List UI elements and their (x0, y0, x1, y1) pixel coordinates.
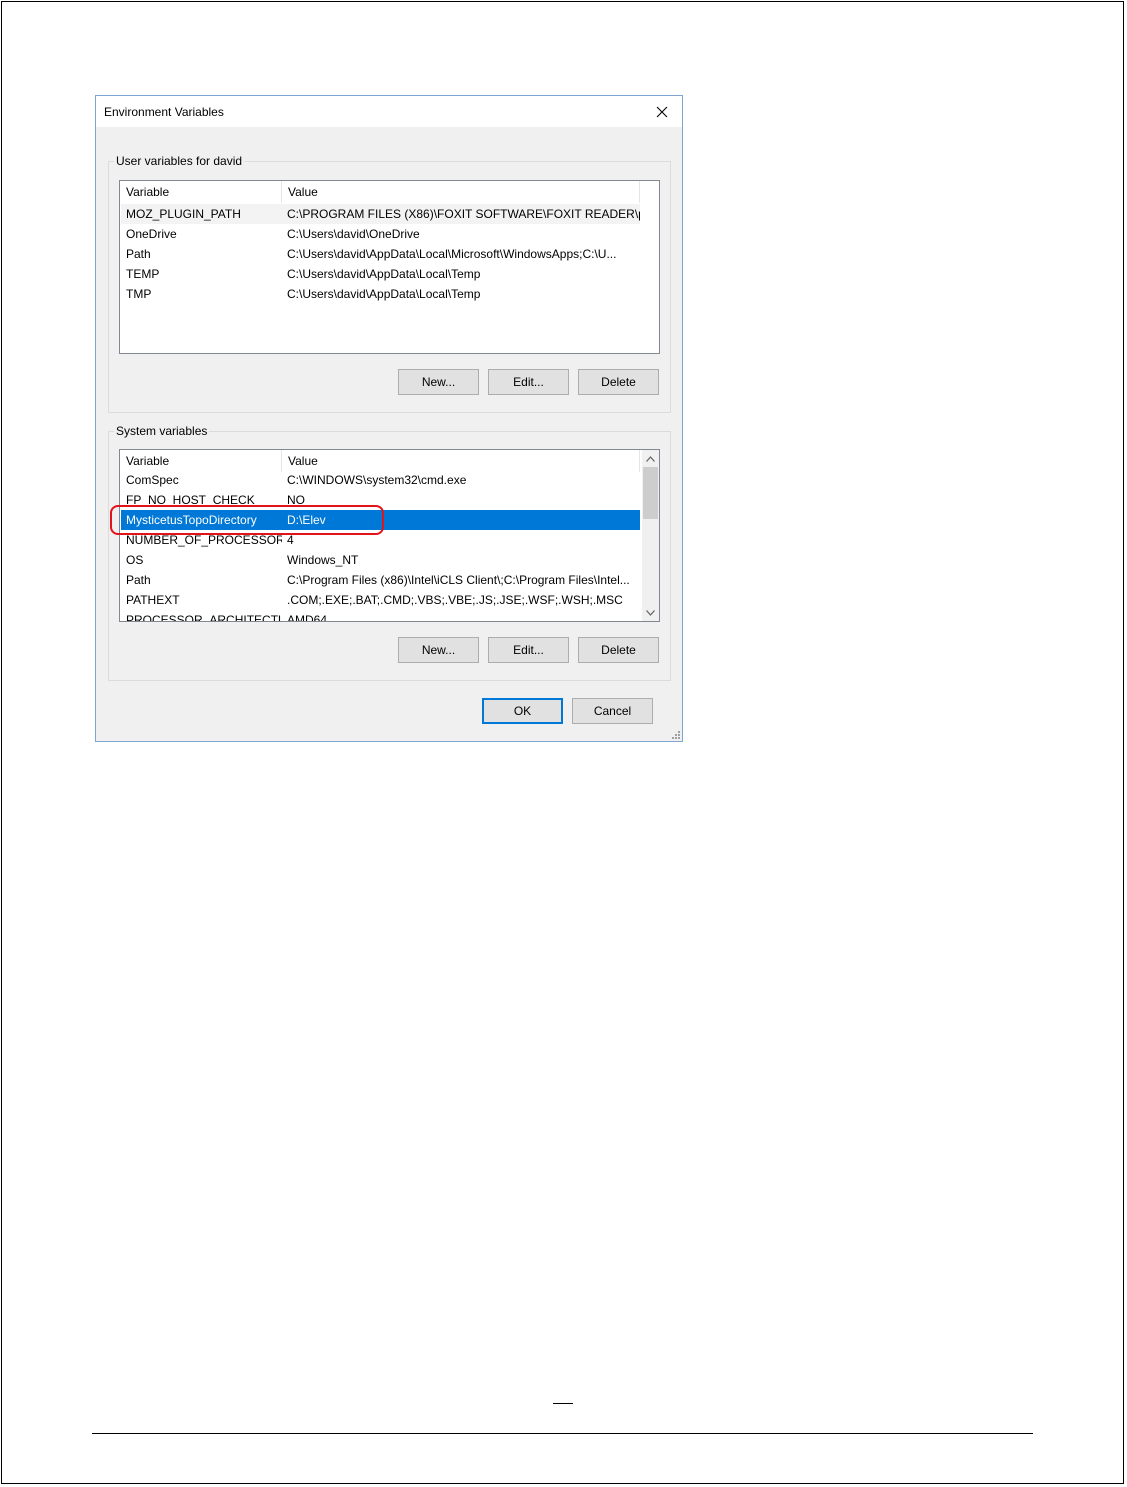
footer-rule (92, 1433, 1033, 1434)
ok-button[interactable]: OK (482, 698, 563, 724)
table-row[interactable]: MOZ_PLUGIN_PATH C:\PROGRAM FILES (X86)\F… (121, 204, 640, 224)
close-button[interactable] (642, 96, 682, 127)
system-variables-group: System variables Variable Value ComSpec … (108, 424, 671, 681)
column-header-value[interactable]: Value (282, 450, 640, 472)
system-edit-button[interactable]: Edit... (488, 637, 569, 663)
chevron-up-icon (646, 455, 655, 462)
environment-variables-dialog: Environment Variables User variables for… (95, 95, 683, 742)
user-variables-label: User variables for david (114, 154, 245, 168)
table-row[interactable]: Path C:\Program Files (x86)\Intel\iCLS C… (121, 570, 640, 590)
column-header-variable[interactable]: Variable (120, 181, 282, 203)
variable-cell: Path (126, 573, 151, 587)
value-cell: Windows_NT (287, 553, 359, 567)
value-cell: C:\Users\david\AppData\Local\Temp (287, 267, 481, 281)
variable-cell: MOZ_PLUGIN_PATH (126, 207, 241, 221)
system-variables-list[interactable]: Variable Value ComSpec C:\WINDOWS\system… (119, 449, 660, 622)
user-delete-button[interactable]: Delete (578, 369, 659, 395)
column-header-variable[interactable]: Variable (120, 450, 282, 472)
table-row[interactable]: OS Windows_NT (121, 550, 640, 570)
user-variables-list[interactable]: Variable Value MOZ_PLUGIN_PATH C:\PROGRA… (119, 180, 660, 354)
table-row[interactable]: ComSpec C:\WINDOWS\system32\cmd.exe (121, 470, 640, 490)
table-row[interactable]: PROCESSOR_ARCHITECTU... AMD64 (121, 610, 640, 622)
annotation-highlight-box (110, 505, 384, 535)
cancel-button[interactable]: Cancel (572, 698, 653, 724)
variable-cell: PROCESSOR_ARCHITECTU... (126, 613, 282, 622)
value-cell: C:\Users\david\AppData\Local\Microsoft\W… (287, 247, 617, 261)
system-list-header: Variable Value (120, 450, 659, 472)
variable-cell: ComSpec (126, 473, 179, 487)
variable-cell: OneDrive (126, 227, 177, 241)
user-edit-button[interactable]: Edit... (488, 369, 569, 395)
variable-cell: OS (126, 553, 144, 567)
variable-cell: TMP (126, 287, 152, 301)
table-row[interactable]: TMP C:\Users\david\AppData\Local\Temp (121, 284, 640, 304)
column-header-value[interactable]: Value (282, 181, 640, 203)
value-cell: C:\Program Files (x86)\Intel\iCLS Client… (287, 573, 630, 587)
close-icon (656, 106, 668, 117)
variable-cell: Path (126, 247, 151, 261)
table-row[interactable]: OneDrive C:\Users\david\OneDrive (121, 224, 640, 244)
value-cell: .COM;.EXE;.BAT;.CMD;.VBS;.VBE;.JS;.JSE;.… (287, 593, 623, 607)
user-variables-group: User variables for david Variable Value … (108, 154, 671, 413)
table-row[interactable]: Path C:\Users\david\AppData\Local\Micros… (121, 244, 640, 264)
dialog-titlebar[interactable]: Environment Variables (96, 96, 682, 127)
system-delete-button[interactable]: Delete (578, 637, 659, 663)
resize-grip-icon[interactable] (670, 729, 680, 739)
value-cell: C:\Users\david\AppData\Local\Temp (287, 287, 481, 301)
table-row[interactable]: PATHEXT .COM;.EXE;.BAT;.CMD;.VBS;.VBE;.J… (121, 590, 640, 610)
scroll-up-button[interactable] (642, 450, 659, 467)
value-cell: C:\WINDOWS\system32\cmd.exe (287, 473, 467, 487)
value-cell: C:\PROGRAM FILES (X86)\FOXIT SOFTWARE\FO… (287, 207, 640, 221)
value-cell: C:\Users\david\OneDrive (287, 227, 420, 241)
scroll-down-button[interactable] (642, 604, 659, 621)
dialog-title: Environment Variables (104, 105, 224, 119)
variable-cell: PATHEXT (126, 593, 180, 607)
system-variables-label: System variables (114, 424, 210, 438)
user-new-button[interactable]: New... (398, 369, 479, 395)
chevron-down-icon (646, 609, 655, 616)
table-row[interactable]: TEMP C:\Users\david\AppData\Local\Temp (121, 264, 640, 284)
user-list-header: Variable Value (120, 181, 659, 203)
system-list-scrollbar[interactable] (642, 450, 659, 621)
page-number-underline (553, 1403, 573, 1404)
value-cell: AMD64 (287, 613, 328, 622)
variable-cell: TEMP (126, 267, 160, 281)
system-new-button[interactable]: New... (398, 637, 479, 663)
scroll-thumb[interactable] (643, 467, 658, 519)
